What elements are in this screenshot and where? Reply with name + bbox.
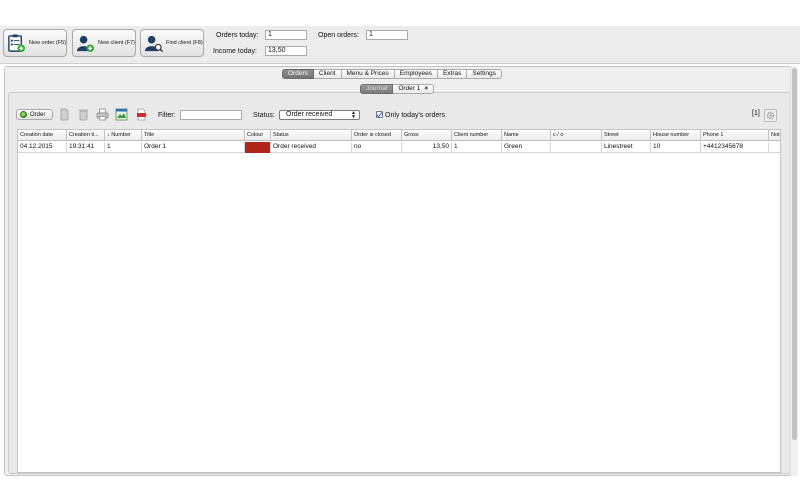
clipboard-list-icon <box>8 33 26 52</box>
header-toolbar: New order (F5) New client (F7) Find clie… <box>0 26 800 64</box>
sub-tab-bar: Journal Order 1 × <box>360 84 435 94</box>
table-header: Creation date Creation ti... ↓ Number Ti… <box>18 130 780 141</box>
column-header[interactable]: Street <box>602 130 651 141</box>
cell-colour-swatch <box>245 142 271 153</box>
status-label: Status: <box>253 112 275 119</box>
vertical-scrollbar[interactable] <box>790 66 798 476</box>
orders-today-field: 1 <box>265 30 307 40</box>
window-top-strip <box>0 0 800 26</box>
gear-icon[interactable] <box>764 109 777 122</box>
status-select-value: Order received <box>286 111 333 118</box>
column-header[interactable]: Order is closed <box>352 130 402 141</box>
cell-phone: +4412345678 <box>701 142 769 153</box>
cell-co <box>551 142 602 153</box>
column-header[interactable]: c / o <box>551 130 602 141</box>
print-icon[interactable] <box>96 108 109 121</box>
find-client-button[interactable]: Find client (F8) <box>140 29 204 57</box>
cell-title: Order 1 <box>142 142 245 153</box>
filter-label: Filter: <box>158 112 176 119</box>
tab-menu-prices[interactable]: Menu & Prices <box>341 69 395 79</box>
new-client-label: New client (F7) <box>98 40 135 46</box>
result-count: [1] <box>752 110 760 117</box>
only-today-checkbox[interactable] <box>376 111 383 118</box>
column-header[interactable]: Title <box>142 130 245 141</box>
cell-closed: no <box>352 142 402 153</box>
cell-note <box>769 142 780 153</box>
cell-street: Linestreet <box>602 142 651 153</box>
main-tab-bar: Orders Client Menu & Prices Employees Ex… <box>282 69 502 79</box>
status-select[interactable]: Order received ▲ ▼ <box>279 110 360 120</box>
filter-input[interactable] <box>180 110 242 120</box>
new-order-button[interactable]: New order (F5) <box>3 29 67 57</box>
export-image-icon[interactable] <box>115 108 128 121</box>
orders-table: Creation date Creation ti... ↓ Number Ti… <box>17 129 781 473</box>
tab-settings[interactable]: Settings <box>467 69 502 79</box>
document-icon[interactable] <box>58 108 71 121</box>
open-orders-label: Open orders: <box>318 32 359 39</box>
pdf-icon[interactable] <box>135 108 148 121</box>
add-user-icon <box>76 35 95 52</box>
cell-status: Order received <box>271 142 352 153</box>
column-header[interactable]: Client number <box>452 130 502 141</box>
column-header[interactable]: Colour <box>245 130 271 141</box>
tab-orders[interactable]: Orders <box>282 69 314 79</box>
cell-creation-date: 04.12.2015 <box>18 142 67 153</box>
column-header[interactable]: Name <box>502 130 551 141</box>
tab-client[interactable]: Client <box>313 69 342 79</box>
find-client-label: Find client (F8) <box>166 40 203 46</box>
column-header[interactable]: ↓ Number <box>105 130 142 141</box>
new-order-label: New order (F5) <box>29 40 66 46</box>
column-header[interactable]: Creation date <box>18 130 67 141</box>
tab-order-1[interactable]: Order 1 × <box>393 84 435 94</box>
cell-client-number: 1 <box>452 142 502 153</box>
column-header[interactable]: Gross <box>402 130 452 141</box>
cell-name: Green <box>502 142 551 153</box>
tab-employees[interactable]: Employees <box>394 69 438 79</box>
tab-journal[interactable]: Journal <box>360 84 394 94</box>
cell-gross: 13,50 <box>402 142 452 153</box>
column-header[interactable]: House number <box>651 130 701 141</box>
select-arrows-icon: ▲ ▼ <box>351 110 356 120</box>
tab-extras[interactable]: Extras <box>437 69 468 79</box>
cell-creation-time: 19:31:41 <box>67 142 105 153</box>
cell-number: 1 <box>105 142 142 153</box>
column-header[interactable]: Not <box>769 130 780 141</box>
open-orders-field: 1 <box>366 30 408 40</box>
income-today-label: Income today: <box>213 48 257 55</box>
cell-house-number: 10 <box>651 142 701 153</box>
orders-today-label: Orders today: <box>216 32 259 39</box>
column-header[interactable]: Status <box>271 130 352 141</box>
table-row[interactable]: 04.12.2015 19:31:41 1 Order 1 Order rece… <box>18 142 780 153</box>
order-button[interactable]: Order <box>16 109 53 120</box>
scrollbar-thumb[interactable] <box>792 68 797 440</box>
order-button-label: Order <box>30 111 46 118</box>
main-panel: Orders Client Menu & Prices Employees Ex… <box>4 66 795 476</box>
new-client-button[interactable]: New client (F7) <box>72 29 136 57</box>
income-today-field: 13,50 <box>265 46 307 56</box>
tab-order-1-label: Order 1 <box>398 85 421 92</box>
close-icon[interactable]: × <box>424 85 428 93</box>
column-header[interactable]: Phone 1 <box>701 130 769 141</box>
column-header[interactable]: Creation ti... <box>67 130 105 141</box>
trash-icon[interactable] <box>77 108 90 121</box>
search-user-icon <box>144 35 163 52</box>
only-today-label: Only today's orders <box>385 112 446 119</box>
green-dot-icon <box>20 111 27 118</box>
